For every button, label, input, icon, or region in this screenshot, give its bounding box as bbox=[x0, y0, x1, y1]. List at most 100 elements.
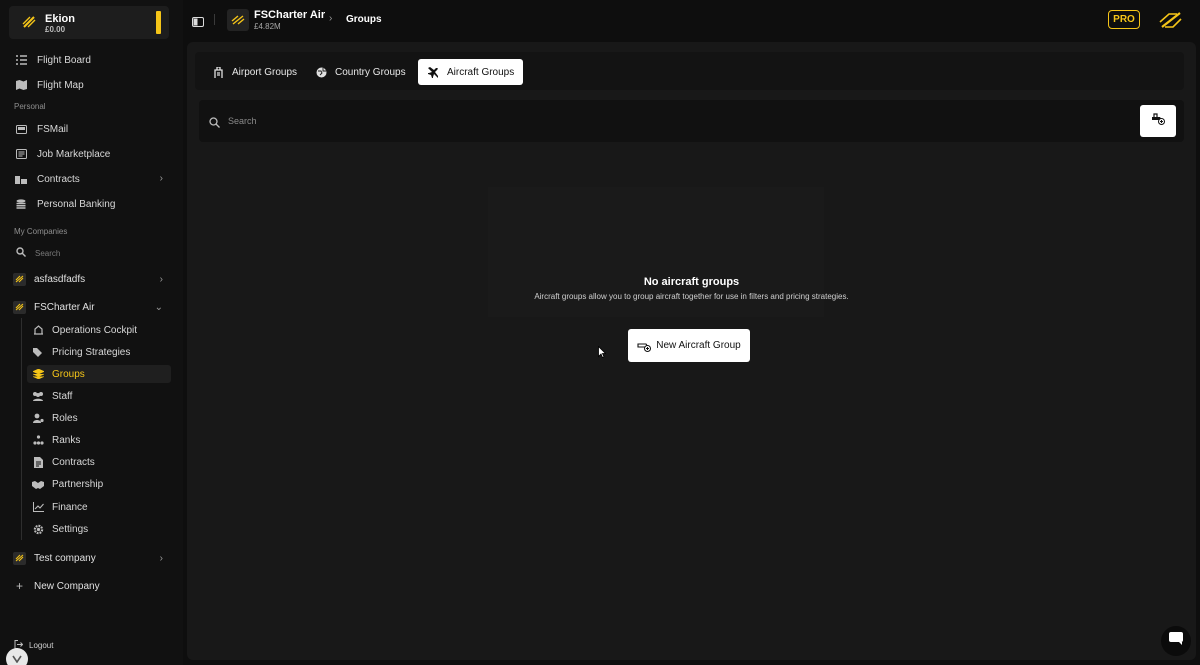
search-bar[interactable]: Search bbox=[199, 100, 1184, 142]
tab-label: Airport Groups bbox=[232, 66, 298, 78]
user-balance: £0.00 bbox=[45, 25, 66, 34]
tree-connector bbox=[21, 318, 22, 540]
handshake-icon bbox=[32, 478, 44, 490]
users-icon bbox=[32, 390, 44, 402]
chat-icon bbox=[1169, 632, 1183, 650]
tab-country-groups[interactable]: Country Groups bbox=[307, 59, 415, 85]
chart-line-icon bbox=[32, 501, 44, 513]
menu-roles[interactable]: Roles bbox=[27, 409, 171, 427]
logout-label: Logout bbox=[29, 641, 54, 650]
menu-contracts[interactable]: Contracts bbox=[27, 453, 171, 471]
menu-pricing-strategies[interactable]: Pricing Strategies bbox=[27, 343, 171, 361]
nav-flight-board-label: Flight Board bbox=[37, 54, 91, 66]
pro-badge[interactable]: PRO bbox=[1108, 10, 1140, 29]
nav-contracts[interactable]: Contracts › bbox=[9, 169, 171, 189]
menu-label: Groups bbox=[52, 368, 85, 380]
company-name: Test company bbox=[34, 552, 96, 564]
menu-label: Operations Cockpit bbox=[52, 324, 138, 336]
new-aircraft-group-label: New Aircraft Group bbox=[656, 340, 741, 351]
menu-groups[interactable]: Groups bbox=[27, 365, 171, 383]
user-gear-icon bbox=[32, 412, 44, 424]
company-name: asfasdfadfs bbox=[34, 273, 86, 285]
sidebar: Ekion £0.00 Flight Board Flight Map Pers… bbox=[0, 0, 183, 665]
tab-airport-groups[interactable]: Airport Groups bbox=[204, 59, 306, 85]
menu-label: Staff bbox=[52, 390, 73, 402]
plane-icon bbox=[427, 66, 439, 78]
user-account-card[interactable]: Ekion £0.00 bbox=[9, 6, 169, 39]
search-input[interactable]: Search bbox=[228, 116, 257, 126]
company-logo-icon bbox=[13, 551, 26, 565]
menu-label: Partnership bbox=[52, 478, 104, 490]
nav-fsmail[interactable]: FSMail bbox=[9, 119, 171, 139]
company-name: FSCharter Air bbox=[34, 301, 95, 313]
menu-label: Pricing Strategies bbox=[52, 346, 131, 358]
add-aircraft-group-button[interactable] bbox=[1140, 105, 1176, 137]
avatar[interactable] bbox=[6, 648, 28, 665]
plane-plus-icon bbox=[637, 340, 652, 352]
new-company-label: New Company bbox=[34, 580, 100, 592]
user-name: Ekion bbox=[45, 13, 75, 25]
breadcrumb-separator-icon: › bbox=[329, 13, 333, 24]
menu-staff[interactable]: Staff bbox=[27, 387, 171, 405]
search-icon bbox=[209, 115, 220, 133]
company-fscharter-air[interactable]: FSCharter Air ⌄ bbox=[9, 296, 171, 318]
chevron-right-icon: › bbox=[159, 273, 163, 285]
sidebar-toggle-icon[interactable] bbox=[192, 14, 204, 32]
menu-label: Ranks bbox=[52, 434, 81, 446]
company-search-placeholder: Search bbox=[35, 248, 61, 258]
nav-fsmail-label: FSMail bbox=[37, 123, 69, 135]
new-company-button[interactable]: + New Company bbox=[9, 575, 171, 597]
inbox-icon bbox=[14, 122, 28, 136]
section-label-personal: Personal bbox=[14, 102, 46, 111]
chevron-right-icon: › bbox=[159, 552, 163, 564]
newspaper-icon bbox=[14, 147, 28, 161]
menu-finance[interactable]: Finance bbox=[27, 498, 171, 516]
building-icon bbox=[14, 172, 28, 186]
nav-job-marketplace[interactable]: Job Marketplace bbox=[9, 144, 171, 164]
tags-icon bbox=[32, 346, 44, 358]
menu-settings[interactable]: Settings bbox=[27, 520, 171, 538]
empty-state-title: No aircraft groups bbox=[643, 276, 740, 288]
airport-icon bbox=[213, 66, 224, 78]
chat-button[interactable] bbox=[1161, 626, 1191, 656]
company-test-company[interactable]: Test company › bbox=[9, 547, 171, 569]
new-aircraft-group-button[interactable]: New Aircraft Group bbox=[628, 329, 750, 362]
map-icon bbox=[14, 78, 28, 92]
menu-partnership[interactable]: Partnership bbox=[27, 475, 171, 493]
menu-ranks[interactable]: Ranks bbox=[27, 431, 171, 449]
menu-operations-cockpit[interactable]: Operations Cockpit bbox=[27, 321, 171, 339]
main-panel: Airport Groups Country Groups Aircraft G… bbox=[187, 42, 1196, 660]
company-logo-icon bbox=[13, 300, 26, 314]
ranks-icon bbox=[32, 434, 44, 446]
company-asfasdfadfs[interactable]: asfasdfadfs › bbox=[9, 268, 171, 290]
divider bbox=[214, 14, 215, 25]
cockpit-icon bbox=[32, 324, 44, 336]
tab-aircraft-groups[interactable]: Aircraft Groups bbox=[418, 59, 524, 85]
layers-icon bbox=[32, 368, 44, 380]
menu-label: Contracts bbox=[52, 456, 95, 468]
current-company-name[interactable]: FSCharter Air bbox=[254, 9, 325, 21]
brand-logo-icon bbox=[21, 15, 37, 34]
nav-flight-board[interactable]: Flight Board bbox=[9, 50, 171, 70]
menu-label: Finance bbox=[52, 501, 88, 513]
plus-icon: + bbox=[15, 579, 23, 593]
section-label-my-companies: My Companies bbox=[14, 227, 68, 236]
coins-icon bbox=[14, 197, 28, 211]
menu-label: Roles bbox=[52, 412, 78, 424]
gear-icon bbox=[32, 523, 44, 535]
top-bar: FSCharter Air £4.82M › Groups PRO bbox=[183, 0, 1200, 40]
globe-icon bbox=[316, 67, 327, 78]
nav-job-marketplace-label: Job Marketplace bbox=[37, 148, 111, 160]
group-tabs: Airport Groups Country Groups Aircraft G… bbox=[195, 52, 1184, 90]
nav-flight-map[interactable]: Flight Map bbox=[9, 75, 171, 95]
nav-flight-map-label: Flight Map bbox=[37, 79, 84, 91]
menu-label: Settings bbox=[52, 523, 89, 535]
nav-contracts-label: Contracts bbox=[37, 173, 80, 185]
nav-personal-banking[interactable]: Personal Banking bbox=[9, 194, 171, 214]
status-bar bbox=[156, 11, 161, 34]
company-search-input[interactable]: Search bbox=[9, 244, 171, 262]
nav-personal-banking-label: Personal Banking bbox=[37, 198, 116, 210]
mouse-cursor-icon bbox=[598, 345, 607, 363]
tab-label: Aircraft Groups bbox=[447, 66, 515, 78]
breadcrumb: Groups bbox=[346, 14, 382, 25]
